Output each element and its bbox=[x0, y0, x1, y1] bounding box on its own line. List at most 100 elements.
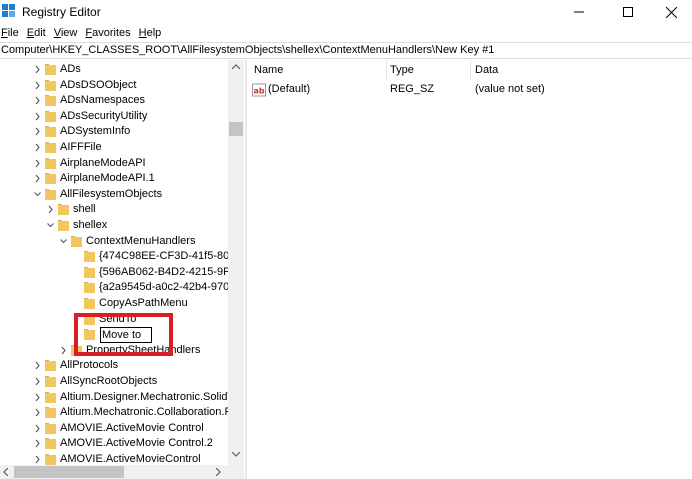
folder-icon bbox=[45, 64, 56, 75]
tree-item-label: {a2a9545d-a0c2-42b4-9708-a0b2badd77c8} bbox=[99, 281, 244, 294]
chevron-right-icon[interactable] bbox=[33, 405, 42, 420]
chevron-right-icon[interactable] bbox=[33, 390, 42, 405]
minimize-icon bbox=[574, 11, 584, 13]
tree-item[interactable]: ADSystemInfo bbox=[0, 124, 244, 139]
scroll-up-icon[interactable] bbox=[232, 64, 240, 69]
tree-item[interactable]: Altium.Mechatronic.Collaboration.Part bbox=[0, 405, 244, 420]
pane-splitter[interactable] bbox=[245, 60, 247, 479]
menu-view[interactable]: View bbox=[50, 25, 82, 41]
tree-item[interactable]: CopyAsPathMenu bbox=[0, 296, 244, 311]
column-header-type[interactable]: Type bbox=[390, 60, 414, 80]
tree-item[interactable]: {a2a9545d-a0c2-42b4-9708-a0b2badd77c8} bbox=[0, 280, 244, 295]
tree-vertical-scrollbar[interactable] bbox=[228, 60, 244, 465]
tree-item-label: AMOVIE.ActiveMovie Control.2 bbox=[60, 437, 213, 450]
tree-item[interactable]: AirplaneModeAPI.1 bbox=[0, 171, 244, 186]
svg-text:ab: ab bbox=[254, 87, 265, 96]
value-data: (value not set) bbox=[475, 83, 545, 95]
tree-item[interactable]: AIFFFile bbox=[0, 140, 244, 155]
chevron-down-icon[interactable] bbox=[46, 218, 55, 233]
chevron-right-icon[interactable] bbox=[33, 358, 42, 373]
tree-item[interactable]: {596AB062-B4D2-4215-9F74-E9109B0A8153} bbox=[0, 265, 244, 280]
close-button[interactable] bbox=[648, 0, 692, 24]
scrollbar-corner bbox=[228, 465, 244, 479]
menu-help[interactable]: Help bbox=[135, 25, 166, 41]
menu-edit[interactable]: Edit bbox=[23, 25, 50, 41]
maximize-button[interactable] bbox=[605, 0, 651, 24]
tree-item-label: AllFilesystemObjects bbox=[60, 187, 163, 200]
tree-item-label: AirplaneModeAPI bbox=[60, 156, 146, 169]
chevron-right-icon[interactable] bbox=[33, 436, 42, 451]
tree-item-label: CopyAsPathMenu bbox=[99, 297, 188, 309]
values-list[interactable]: Name Type Data ab (Default) REG_SZ (valu… bbox=[248, 60, 692, 479]
chevron-right-icon[interactable] bbox=[59, 343, 68, 358]
chevron-right-icon[interactable] bbox=[33, 109, 42, 124]
chevron-right-icon[interactable] bbox=[33, 171, 42, 186]
tree-item-label: ADs bbox=[60, 63, 81, 75]
tree-item-label: ADSystemInfo bbox=[60, 125, 131, 138]
folder-icon bbox=[45, 438, 56, 450]
folder-icon bbox=[45, 126, 56, 138]
column-divider[interactable] bbox=[470, 60, 471, 80]
scroll-thumb[interactable] bbox=[14, 466, 124, 478]
chevron-down-icon[interactable] bbox=[33, 187, 42, 202]
tree-item[interactable]: ADsDSOObject bbox=[0, 78, 244, 93]
folder-icon bbox=[45, 407, 56, 419]
scroll-down-icon[interactable] bbox=[232, 452, 240, 457]
folder-icon bbox=[45, 376, 56, 387]
folder-icon bbox=[45, 110, 56, 122]
chevron-right-icon[interactable] bbox=[46, 202, 55, 217]
tree-item[interactable]: Altium.Designer.Mechatronic.SolidWorks bbox=[0, 390, 244, 405]
scroll-right-icon[interactable] bbox=[216, 468, 221, 476]
address-bar[interactable]: Computer\HKEY_CLASSES_ROOT\AllFilesystem… bbox=[0, 42, 692, 59]
chevron-right-icon[interactable] bbox=[33, 156, 42, 171]
chevron-down-icon[interactable] bbox=[59, 234, 68, 249]
menu-file[interactable]: File bbox=[0, 25, 23, 41]
title-bar: Registry Editor bbox=[0, 0, 692, 24]
tree-item[interactable]: ContextMenuHandlers bbox=[0, 234, 244, 249]
column-header-data[interactable]: Data bbox=[475, 60, 498, 80]
folder-icon bbox=[58, 220, 69, 231]
chevron-right-icon[interactable] bbox=[33, 78, 42, 93]
folder-icon bbox=[45, 173, 56, 185]
menu-favorites[interactable]: Favorites bbox=[81, 25, 134, 41]
tree-item-label: {474C98EE-CF3D-41f5-80E3-4AAB0AB04301} bbox=[99, 250, 244, 263]
tree-item-label: AIFFFile bbox=[60, 141, 102, 153]
tree-item[interactable]: {474C98EE-CF3D-41f5-80E3-4AAB0AB04301} bbox=[0, 249, 244, 264]
folder-icon bbox=[71, 235, 82, 247]
folder-icon bbox=[45, 454, 56, 465]
chevron-right-icon[interactable] bbox=[33, 93, 42, 108]
tree-item[interactable]: shell bbox=[0, 202, 244, 217]
column-header-name[interactable]: Name bbox=[254, 60, 283, 80]
chevron-right-icon[interactable] bbox=[33, 140, 42, 155]
maximize-icon bbox=[623, 7, 633, 17]
scroll-left-icon[interactable] bbox=[3, 468, 8, 476]
folder-icon bbox=[84, 266, 95, 278]
tree-item-label: ADsDSOObject bbox=[60, 78, 137, 91]
tree-item[interactable]: AMOVIE.ActiveMovie Control.2 bbox=[0, 436, 244, 451]
tree-horizontal-scrollbar[interactable] bbox=[0, 465, 228, 479]
folder-icon bbox=[45, 79, 56, 91]
tree-item[interactable]: AirplaneModeAPI bbox=[0, 156, 244, 171]
key-tree[interactable]: ADs ADsDSOObject ADsNamespaces ADsSecurityU… bbox=[0, 60, 244, 479]
tree-item[interactable]: ADs bbox=[0, 62, 244, 77]
tree-item[interactable]: AllProtocols bbox=[0, 358, 244, 373]
tree-item[interactable]: AllSyncRootObjects bbox=[0, 374, 244, 389]
chevron-right-icon[interactable] bbox=[33, 421, 42, 436]
chevron-right-icon[interactable] bbox=[33, 374, 42, 389]
scroll-thumb[interactable] bbox=[229, 122, 243, 136]
string-value-icon: ab bbox=[252, 83, 266, 97]
window-title: Registry Editor bbox=[22, 5, 101, 19]
tree-item[interactable]: AMOVIE.ActiveMovie Control bbox=[0, 421, 244, 436]
minimize-button[interactable] bbox=[556, 0, 602, 24]
tree-item-label: ADsSecurityUtility bbox=[60, 109, 148, 122]
folder-icon bbox=[45, 422, 56, 434]
tree-item[interactable]: shellex bbox=[0, 218, 244, 233]
column-divider[interactable] bbox=[386, 60, 387, 80]
tree-item[interactable]: ADsSecurityUtility bbox=[0, 109, 244, 124]
folder-icon bbox=[45, 157, 56, 169]
folder-icon bbox=[45, 188, 56, 200]
chevron-right-icon[interactable] bbox=[33, 124, 42, 139]
tree-item[interactable]: ADsNamespaces bbox=[0, 93, 244, 108]
chevron-right-icon[interactable] bbox=[33, 62, 42, 77]
tree-item[interactable]: AllFilesystemObjects bbox=[0, 187, 244, 202]
